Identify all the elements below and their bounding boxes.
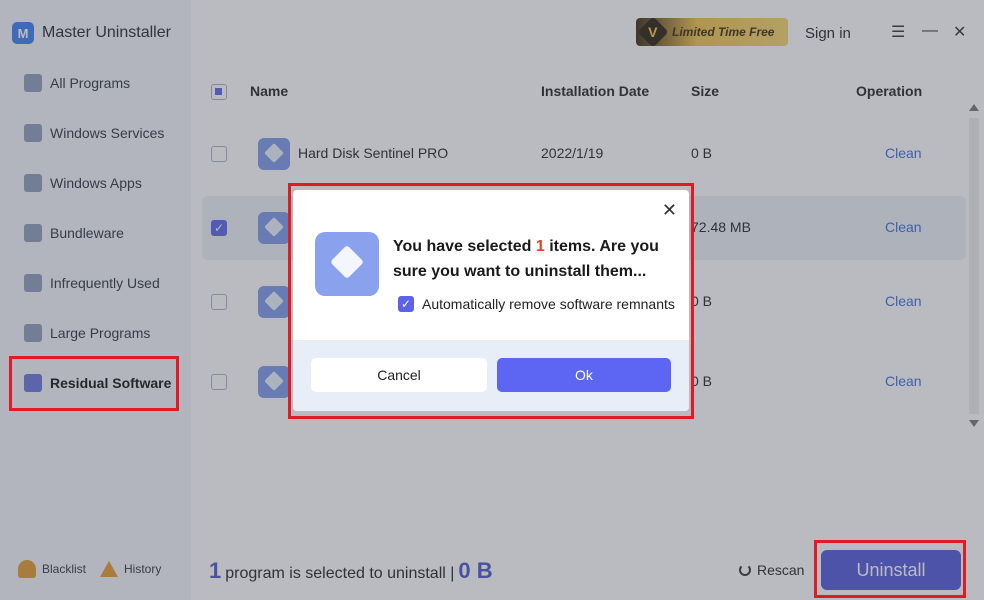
dialog-message: You have selected 1 items. Are you sure … bbox=[393, 238, 659, 280]
remove-remnants-label: Automatically remove software remnants bbox=[422, 296, 675, 312]
remove-remnants-checkbox[interactable]: ✓ bbox=[398, 296, 414, 312]
highlight-uninstall bbox=[814, 540, 966, 598]
app-window: M Master Uninstaller All Programs Window… bbox=[0, 0, 984, 600]
package-icon bbox=[315, 232, 379, 296]
confirm-dialog: ✕ You have selected 1 items. Are you sur… bbox=[293, 190, 689, 411]
ok-button[interactable]: Ok bbox=[497, 358, 671, 392]
dialog-close-icon[interactable]: ✕ bbox=[662, 200, 677, 221]
highlight-residual-software bbox=[9, 356, 179, 411]
remove-remnants-option[interactable]: ✓ Automatically remove software remnants bbox=[398, 296, 675, 312]
cancel-button[interactable]: Cancel bbox=[311, 358, 487, 392]
dialog-item-count: 1 bbox=[535, 238, 545, 255]
